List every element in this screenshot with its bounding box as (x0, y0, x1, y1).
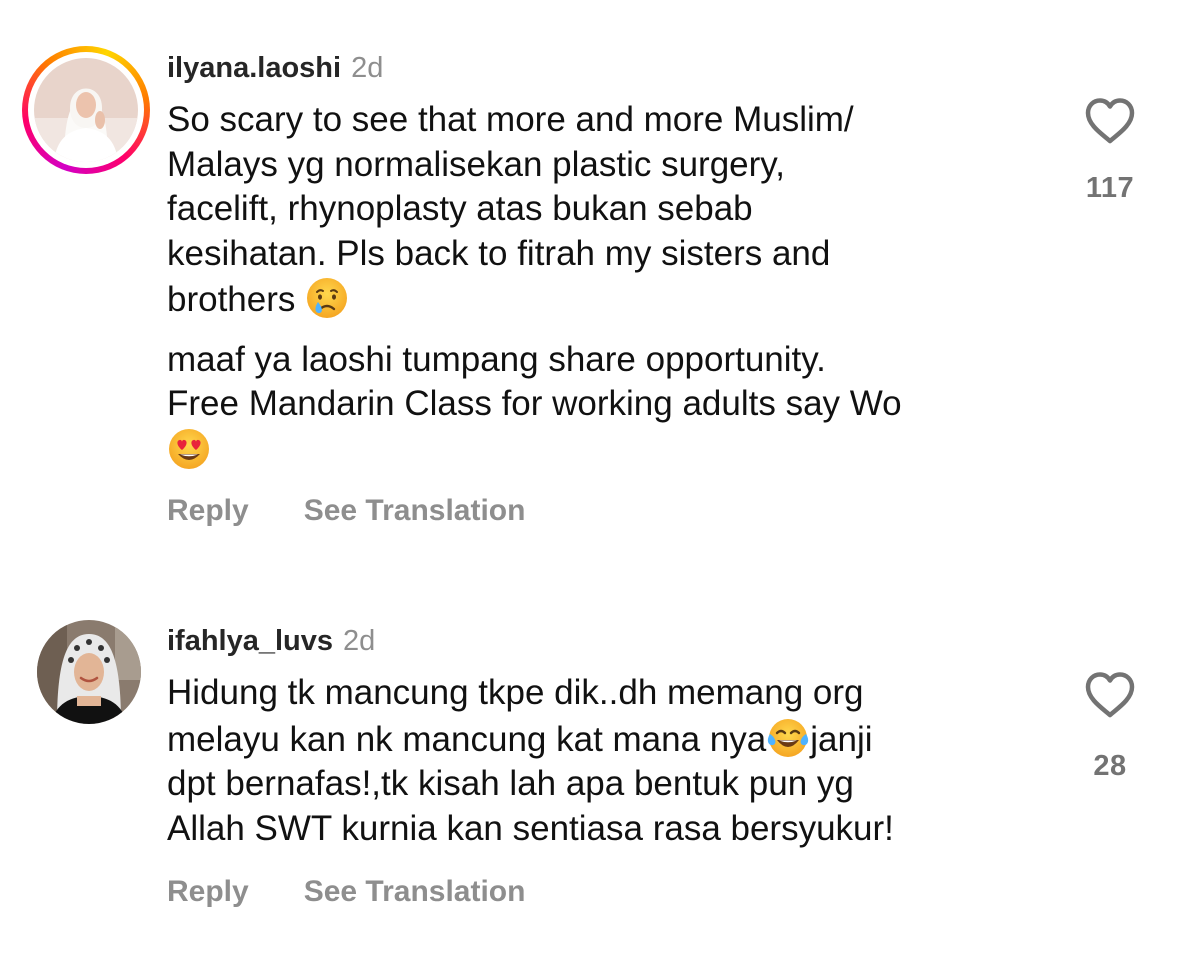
avatar[interactable] (37, 620, 141, 724)
comment-age: 2d (343, 625, 376, 657)
comment-text-part: So scary to see that more and more Musli… (167, 100, 854, 319)
avatar[interactable] (34, 58, 138, 162)
comment-paragraph: Hidung tk mancung tkpe dik..dh memang or… (167, 671, 1047, 851)
comment-actions: Reply See Translation (167, 875, 525, 909)
like-control: 117 (1078, 96, 1142, 205)
comment-item: ifahlya_luvs 2d Hidung tk mancung tkpe d… (0, 560, 1200, 962)
like-count: 28 (1093, 750, 1127, 782)
heart-eyes-face-icon (169, 428, 209, 469)
comment-text: Hidung tk mancung tkpe dik..dh memang or… (167, 671, 1047, 851)
comment-meta: ifahlya_luvs 2d (167, 625, 375, 658)
username[interactable]: ilyana.laoshi (167, 52, 341, 85)
comment-text-part: Hidung tk mancung tkpe dik..dh memang or… (167, 673, 864, 759)
comment-actions: Reply See Translation (167, 494, 525, 528)
see-translation-button[interactable]: See Translation (304, 875, 526, 909)
avatar-frame (37, 620, 141, 724)
comment-paragraph: So scary to see that more and more Musli… (167, 98, 1047, 323)
like-control: 28 (1078, 670, 1142, 783)
comment-text: So scary to see that more and more Musli… (167, 98, 1047, 473)
crying-face-icon (307, 278, 348, 318)
comment-text-part: maaf ya laoshi tumpang share opportunity… (167, 339, 902, 424)
reply-button[interactable]: Reply (167, 494, 249, 528)
reply-button[interactable]: Reply (167, 875, 249, 909)
heart-icon[interactable] (1083, 670, 1137, 720)
see-translation-button[interactable]: See Translation (304, 494, 526, 528)
heart-icon[interactable] (1083, 96, 1137, 146)
username[interactable]: ifahlya_luvs (167, 625, 333, 658)
story-ring[interactable] (22, 46, 150, 174)
comment-age: 2d (351, 52, 384, 84)
comment-paragraph: maaf ya laoshi tumpang share opportunity… (167, 338, 1047, 474)
like-count: 117 (1085, 172, 1135, 204)
comment-item: ilyana.laoshi 2d So scary to see that mo… (0, 0, 1200, 560)
tears-of-joy-face-icon (768, 718, 809, 757)
comment-meta: ilyana.laoshi 2d (167, 52, 383, 85)
